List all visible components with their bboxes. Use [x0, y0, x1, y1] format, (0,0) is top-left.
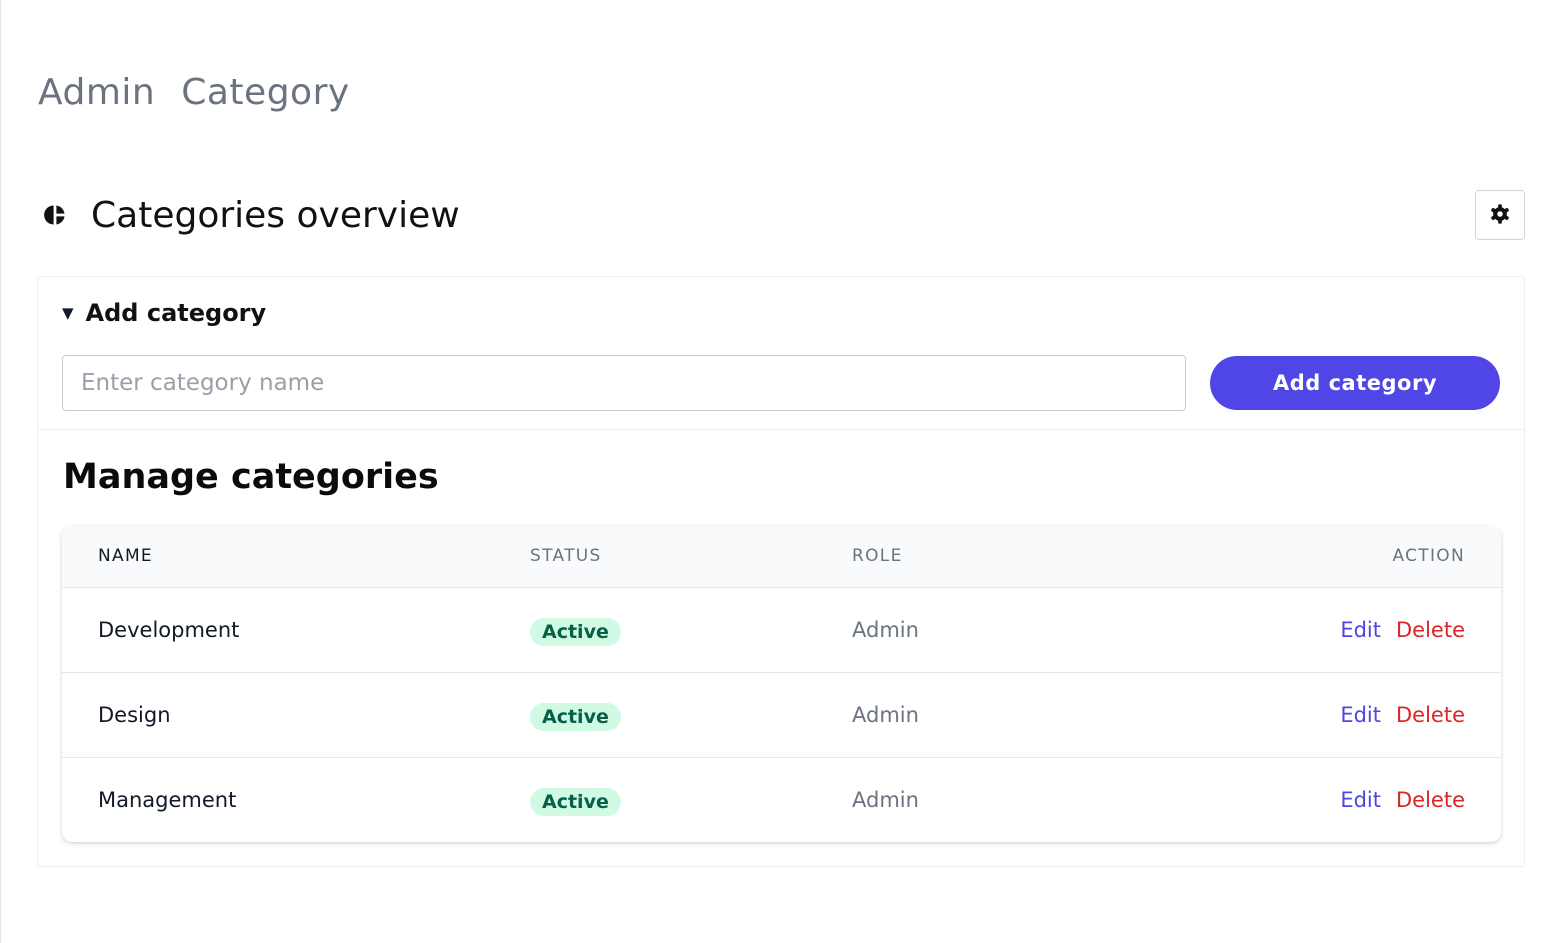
delete-link[interactable]: Delete: [1396, 618, 1465, 642]
settings-button[interactable]: [1475, 190, 1525, 240]
table-row: Management Active Admin Edit Delete: [62, 756, 1501, 842]
add-category-summary-label: Add category: [85, 299, 267, 327]
status-badge: Active: [530, 702, 621, 731]
status-badge: Active: [530, 787, 621, 816]
status-badge: Active: [530, 617, 621, 646]
delete-link[interactable]: Delete: [1396, 788, 1465, 812]
column-header-status: STATUS: [529, 526, 851, 588]
column-header-action: ACTION: [1045, 526, 1501, 588]
caret-down-icon: ▼: [62, 304, 74, 322]
breadcrumb-item-category[interactable]: Category: [181, 72, 349, 113]
column-header-role: ROLE: [851, 526, 1046, 588]
table-row: Design Active Admin Edit Delete: [62, 671, 1501, 757]
breadcrumb: Admin Category: [38, 72, 350, 113]
manage-categories-title: Manage categories: [63, 457, 439, 497]
category-name-input[interactable]: [62, 355, 1186, 411]
edit-link[interactable]: Edit: [1340, 703, 1381, 727]
edit-link[interactable]: Edit: [1340, 788, 1381, 812]
table-header-row: NAME STATUS ROLE ACTION: [62, 526, 1501, 588]
column-header-name: NAME: [62, 526, 529, 588]
add-category-button[interactable]: Add category: [1210, 356, 1500, 410]
page-title: Categories overview: [91, 194, 460, 236]
categories-table: NAME STATUS ROLE ACTION Development Acti…: [62, 526, 1501, 842]
category-name: Design: [62, 671, 529, 757]
breadcrumb-item-admin[interactable]: Admin: [38, 72, 155, 113]
edit-link[interactable]: Edit: [1340, 618, 1381, 642]
table-row: Development Active Admin Edit Delete: [62, 587, 1501, 672]
category-role: Admin: [851, 671, 1046, 757]
category-name: Management: [62, 756, 529, 842]
add-category-section: ▼ Add category Add category: [38, 277, 1524, 430]
pie-chart-icon: [42, 202, 68, 228]
category-role: Admin: [851, 756, 1046, 842]
gear-icon: [1489, 203, 1511, 228]
page-header: Categories overview: [42, 190, 1525, 240]
categories-card: ▼ Add category Add category Manage categ…: [37, 276, 1525, 867]
add-category-toggle[interactable]: ▼ Add category: [62, 299, 266, 327]
category-role: Admin: [852, 617, 919, 642]
category-name: Development: [98, 617, 240, 642]
delete-link[interactable]: Delete: [1396, 703, 1465, 727]
